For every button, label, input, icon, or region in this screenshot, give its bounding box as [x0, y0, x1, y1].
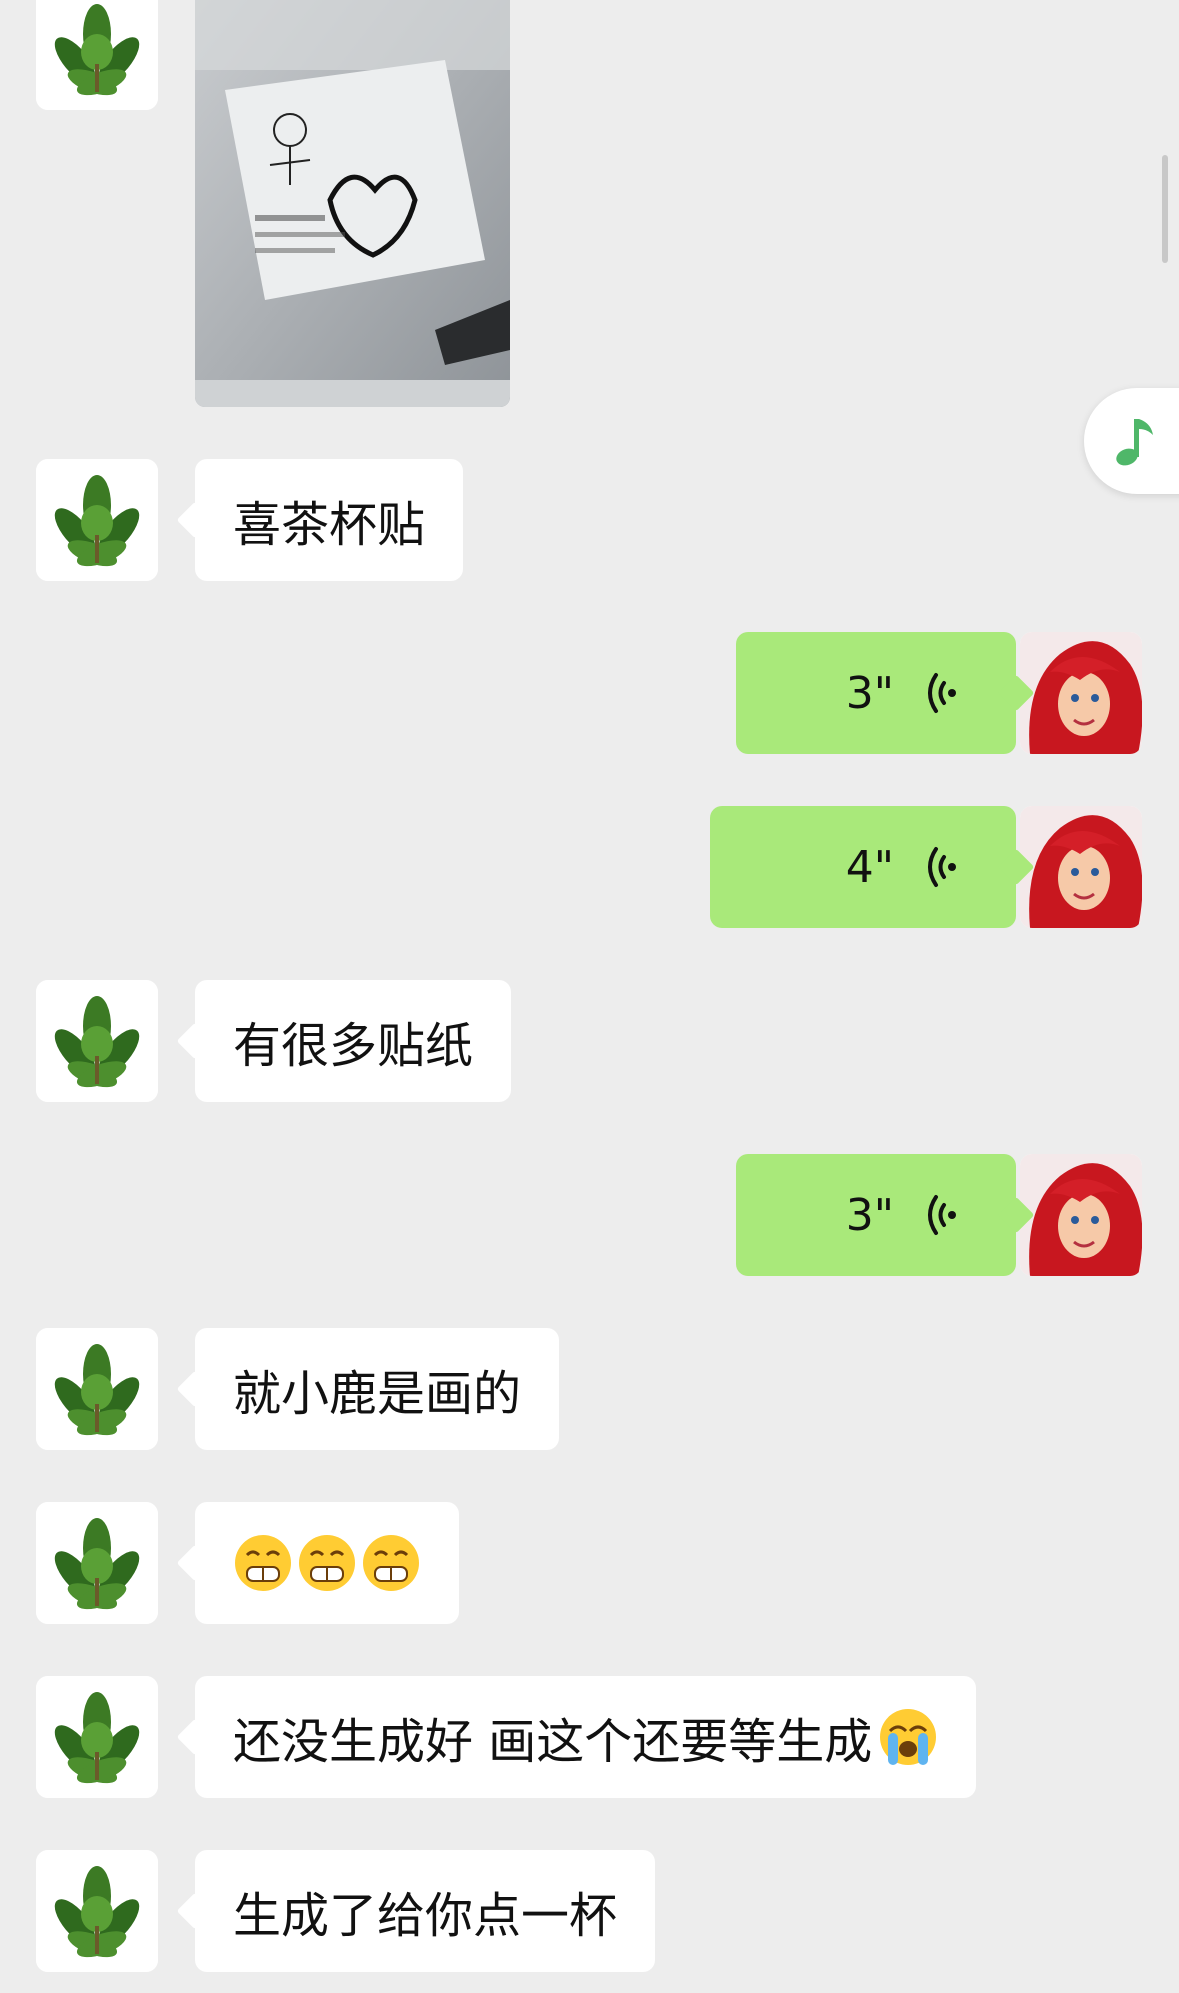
floating-music-button[interactable]	[1084, 388, 1179, 494]
leaf-avatar-icon	[36, 459, 158, 581]
leaf-avatar-icon	[36, 0, 158, 110]
message-text: 生成了给你点一杯	[233, 1888, 618, 1944]
contact-avatar[interactable]	[36, 980, 158, 1102]
leaf-avatar-icon	[36, 1328, 158, 1450]
contact-avatar[interactable]	[36, 459, 158, 581]
grin-emoji-icon	[299, 1535, 355, 1591]
contact-avatar[interactable]	[36, 1502, 158, 1624]
message-bubble[interactable]: 就小鹿是画的	[195, 1328, 560, 1450]
emoji-message[interactable]	[195, 1502, 459, 1624]
message-bubble[interactable]: 有很多贴纸	[195, 980, 512, 1102]
voice-wave-icon	[928, 673, 956, 713]
contact-avatar[interactable]	[36, 1850, 158, 1972]
voice-message[interactable]: 4"	[710, 806, 1016, 928]
leaf-avatar-icon	[36, 1676, 158, 1798]
message-text: 喜茶杯贴	[233, 497, 426, 553]
leaf-avatar-icon	[36, 980, 158, 1102]
message-bubble[interactable]: 喜茶杯贴	[195, 459, 464, 581]
voice-wave-icon	[928, 847, 956, 887]
leaf-avatar-icon	[36, 1850, 158, 1972]
grin-emoji-icon	[235, 1535, 291, 1591]
contact-avatar[interactable]	[36, 1676, 158, 1798]
sent-photo[interactable]	[195, 0, 510, 407]
message-text: 有很多贴纸	[233, 1018, 474, 1074]
voice-message[interactable]: 3"	[736, 632, 1016, 754]
photo-image	[195, 0, 510, 407]
music-note-icon	[1116, 419, 1153, 466]
message-text: 就小鹿是画的	[233, 1366, 522, 1422]
chat-screen: 喜茶杯贴 3" 4" 有很多贴纸 3" 就小鹿是画的 还没生成好 画这个还要等生…	[0, 0, 1179, 1993]
loudly-crying-emoji-icon	[880, 1709, 937, 1765]
my-avatar[interactable]	[1020, 632, 1142, 754]
message-text: 还没生成好 画这个还要等生成	[233, 1714, 873, 1770]
grin-emoji-icon	[363, 1535, 419, 1591]
message-bubble[interactable]: 生成了给你点一杯	[195, 1850, 656, 1972]
my-avatar[interactable]	[1020, 806, 1142, 928]
scrollbar[interactable]	[1162, 155, 1168, 263]
voice-duration: 3"	[845, 667, 894, 719]
voice-message[interactable]: 3"	[736, 1154, 1016, 1276]
voice-duration: 4"	[845, 841, 894, 893]
ariel-avatar-icon	[1020, 806, 1142, 928]
contact-avatar[interactable]	[36, 0, 158, 110]
ariel-avatar-icon	[1020, 1154, 1142, 1276]
voice-duration: 3"	[845, 1189, 894, 1241]
my-avatar[interactable]	[1020, 1154, 1142, 1276]
message-bubble[interactable]: 还没生成好 画这个还要等生成	[195, 1676, 977, 1798]
leaf-avatar-icon	[36, 1502, 158, 1624]
voice-wave-icon	[928, 1195, 956, 1235]
ariel-avatar-icon	[1020, 632, 1142, 754]
contact-avatar[interactable]	[36, 1328, 158, 1450]
